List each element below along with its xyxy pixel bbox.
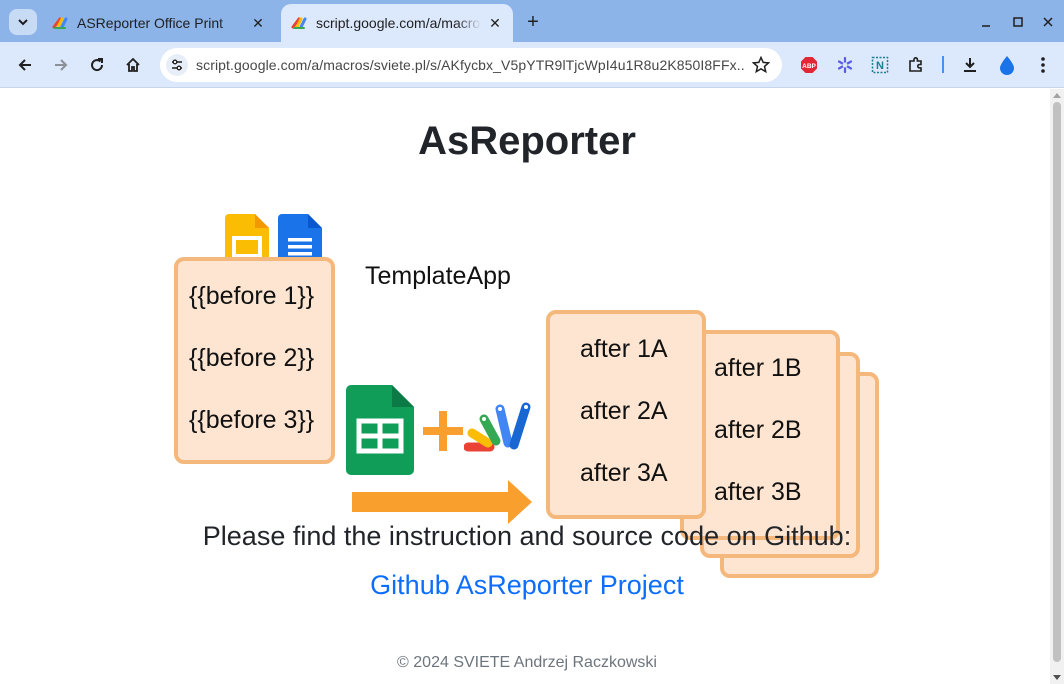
n-extension-icon[interactable]: N <box>869 54 891 76</box>
profile-drop-icon[interactable] <box>996 54 1018 76</box>
close-icon[interactable]: ✕ <box>250 15 266 31</box>
instruction-text: Please find the instruction and source c… <box>202 521 852 551</box>
output-card-a: after 1A after 2A after 3A <box>546 310 706 519</box>
menu-icon[interactable] <box>1032 54 1054 76</box>
tab-strip: ASReporter Office Print ✕ script.google.… <box>0 0 1064 42</box>
n-extension-label: N <box>876 60 884 72</box>
tab-script-google[interactable]: script.google.com/a/macros/sviete.pl/s/A… <box>281 4 513 42</box>
tune-icon <box>172 59 182 71</box>
after-line: after 1B <box>714 354 802 382</box>
snowflake-extension-icon[interactable] <box>834 54 856 76</box>
arrow-right-icon <box>352 480 532 524</box>
github-project-link[interactable]: Github AsReporter Project <box>0 570 1054 601</box>
scroll-up-arrow-icon[interactable] <box>1053 93 1061 98</box>
maximize-icon <box>1013 17 1023 27</box>
tab-title: script.google.com/a/macros/sviete.pl/s/A… <box>316 15 481 31</box>
url-text[interactable]: script.google.com/a/macros/sviete.pl/s/A… <box>196 57 744 73</box>
puzzle-icon[interactable] <box>905 54 927 76</box>
toolbar-divider <box>942 56 944 73</box>
apps-script-favicon-icon <box>52 17 68 29</box>
site-info-button[interactable] <box>166 54 188 76</box>
before-line: {{before 3}} <box>189 406 315 434</box>
plus-icon <box>423 411 463 451</box>
page-title: AsReporter <box>418 119 636 163</box>
apps-script-logo-icon <box>464 402 531 452</box>
arrow-left-icon <box>18 59 31 71</box>
close-window-button[interactable] <box>1038 12 1058 32</box>
tab-asreporter[interactable]: ASReporter Office Print ✕ <box>42 4 276 42</box>
new-tab-button[interactable]: + <box>522 11 544 33</box>
vertical-scrollbar[interactable] <box>1050 89 1064 684</box>
before-line: {{before 1}} <box>189 282 315 310</box>
adblock-icon[interactable]: ABP <box>798 54 820 76</box>
tab-title: ASReporter Office Print <box>77 15 224 31</box>
star-icon[interactable] <box>752 56 770 74</box>
home-icon <box>126 57 140 72</box>
chevron-down-icon <box>18 19 28 26</box>
after-line: after 1A <box>580 335 668 363</box>
page-content: AsReporter {{before 1}} {{before 2}} {{b… <box>0 89 1050 684</box>
scroll-thumb[interactable] <box>1053 102 1061 662</box>
after-line: after 3B <box>714 478 802 506</box>
minimize-button[interactable] <box>976 12 996 32</box>
arrow-right-icon <box>55 59 68 71</box>
scroll-down-arrow-icon[interactable] <box>1053 675 1061 680</box>
reload-button[interactable] <box>85 53 109 77</box>
close-icon <box>1043 17 1053 27</box>
footer-copyright: © 2024 SVIETE Andrzej Raczkowski <box>397 654 657 671</box>
maximize-button[interactable] <box>1008 12 1028 32</box>
after-line: after 2B <box>714 416 802 444</box>
download-icon[interactable] <box>959 54 981 76</box>
reload-icon <box>91 58 104 72</box>
tab-search-button[interactable] <box>9 9 37 35</box>
minimize-icon <box>982 25 990 27</box>
apps-script-favicon-icon <box>291 17 307 29</box>
template-card: {{before 1}} {{before 2}} {{before 3}} <box>174 257 335 464</box>
close-icon[interactable]: ✕ <box>487 15 503 31</box>
back-button[interactable] <box>13 53 37 77</box>
browser-toolbar: script.google.com/a/macros/sviete.pl/s/A… <box>0 42 1064 88</box>
before-line: {{before 2}} <box>189 344 315 372</box>
google-sheets-icon <box>346 385 414 475</box>
forward-button[interactable] <box>49 53 73 77</box>
template-app-label: TemplateApp <box>365 262 511 290</box>
home-button[interactable] <box>121 53 145 77</box>
address-bar[interactable]: script.google.com/a/macros/sviete.pl/s/A… <box>160 48 782 82</box>
adblock-label: ABP <box>802 63 816 70</box>
after-line: after 3A <box>580 459 668 487</box>
after-line: after 2A <box>580 397 668 425</box>
